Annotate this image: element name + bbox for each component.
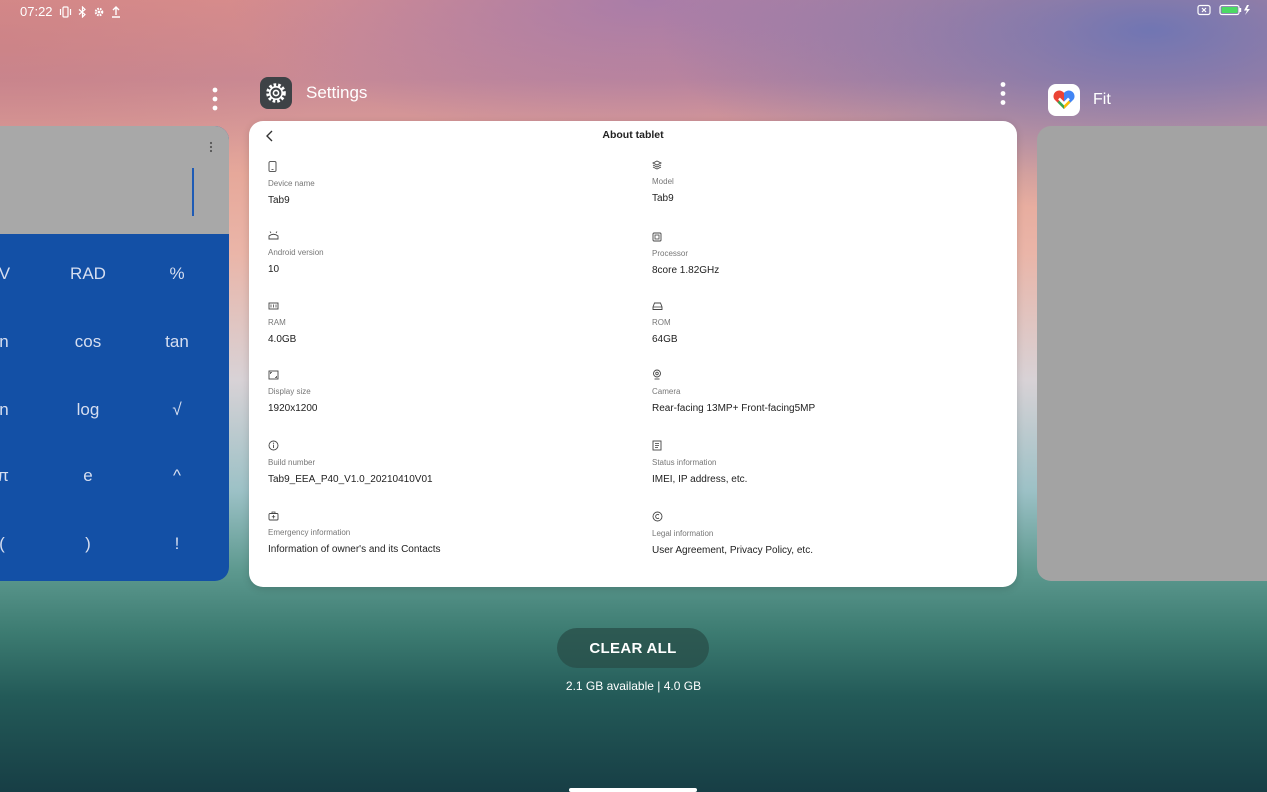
layers-icon bbox=[651, 157, 992, 170]
camera-icon bbox=[652, 367, 992, 380]
info-item-emergency-information[interactable]: Emergency information Information of own… bbox=[268, 508, 608, 555]
info-label: Android version bbox=[268, 248, 324, 257]
calculator-key: n bbox=[0, 400, 9, 419]
info-value: 64GB bbox=[652, 334, 678, 345]
calculator-card-menu-button[interactable] bbox=[208, 86, 222, 117]
info-value: Tab9_EEA_P40_V1.0_20210410V01 bbox=[268, 474, 433, 485]
storage-icon bbox=[652, 298, 992, 310]
calculator-cursor bbox=[192, 168, 194, 216]
info-item-device-name[interactable]: Device name Tab9 bbox=[268, 159, 608, 206]
clock: 07:22 bbox=[20, 4, 53, 19]
settings-app-header[interactable]: Settings bbox=[260, 77, 367, 109]
info-value: Tab9 bbox=[268, 195, 290, 206]
calculator-key: tan bbox=[165, 332, 189, 351]
calculator-key: e bbox=[83, 466, 93, 485]
calculator-display bbox=[0, 126, 229, 234]
info-value: 8core 1.82GHz bbox=[652, 265, 720, 276]
settings-recent-card[interactable]: About tablet Device name Tab9 Model Tab9… bbox=[249, 121, 1017, 587]
calculator-recent-card[interactable]: IV RAD % n cos tan n log √ π e ^ ( ) ! bbox=[0, 126, 229, 581]
chip-icon bbox=[652, 229, 992, 242]
calculator-overflow-icon bbox=[209, 140, 213, 158]
info-label: RAM bbox=[268, 318, 286, 327]
info-item-legal-information[interactable]: Legal information User Agreement, Privac… bbox=[652, 509, 992, 556]
calculator-key: √ bbox=[172, 400, 182, 419]
memory-status: 2.1 GB available | 4.0 GB bbox=[565, 679, 702, 693]
info-value: 10 bbox=[268, 264, 280, 275]
vibrate-icon bbox=[59, 5, 72, 18]
display-icon bbox=[268, 367, 608, 380]
fit-app-title: Fit bbox=[1093, 91, 1111, 108]
calculator-key: ( bbox=[0, 534, 5, 554]
info-item-display-size[interactable]: Display size 1920x1200 bbox=[268, 367, 608, 414]
calculator-key: IV bbox=[0, 264, 11, 283]
gear-icon bbox=[93, 6, 105, 18]
calculator-key: ) bbox=[85, 534, 91, 553]
calculator-key: n bbox=[0, 332, 9, 351]
info-value: Tab9 bbox=[652, 193, 674, 204]
info-label: ROM bbox=[652, 318, 671, 327]
settings-app-title: Settings bbox=[306, 83, 368, 102]
info-value: Information of owner's and its Contacts bbox=[268, 544, 441, 555]
info-label: Processor bbox=[652, 249, 689, 258]
info-value: User Agreement, Privacy Policy, etc. bbox=[652, 545, 813, 556]
info-item-rom[interactable]: ROM 64GB bbox=[652, 298, 992, 345]
info-value: 1920x1200 bbox=[268, 403, 318, 414]
calculator-key: π bbox=[0, 466, 9, 485]
calculator-key: % bbox=[169, 264, 185, 283]
info-item-android-version[interactable]: Android version 10 bbox=[268, 228, 608, 275]
info-label: Model bbox=[652, 177, 674, 186]
info-value: 4.0GB bbox=[268, 334, 297, 345]
info-label: Emergency information bbox=[268, 528, 351, 537]
battery-charging-icon bbox=[1219, 4, 1251, 16]
info-value: Rear-facing 13MP+ Front-facing5MP bbox=[652, 403, 816, 414]
settings-card-menu-button[interactable] bbox=[996, 81, 1010, 114]
copyright-icon bbox=[652, 509, 992, 522]
info-value: IMEI, IP address, etc. bbox=[652, 474, 748, 485]
home-indicator[interactable] bbox=[569, 788, 697, 792]
status-icon bbox=[652, 438, 992, 451]
info-label: Status information bbox=[652, 458, 717, 467]
phone-icon bbox=[268, 159, 608, 172]
bluetooth-icon bbox=[78, 5, 87, 18]
info-item-ram[interactable]: RAM 4.0GB bbox=[268, 298, 608, 345]
info-item-model[interactable]: Model Tab9 bbox=[651, 157, 992, 204]
screen-title: About tablet bbox=[602, 129, 664, 141]
calculator-key: log bbox=[76, 400, 100, 419]
android-icon bbox=[268, 228, 608, 240]
settings-app-icon bbox=[260, 77, 292, 109]
info-icon bbox=[268, 438, 608, 451]
emergency-icon bbox=[268, 508, 608, 521]
info-label: Display size bbox=[268, 387, 311, 396]
fit-recent-card[interactable] bbox=[1037, 126, 1267, 581]
info-label: Legal information bbox=[652, 529, 714, 538]
calculator-key: ! bbox=[174, 534, 180, 553]
info-item-camera[interactable]: Camera Rear-facing 13MP+ Front-facing5MP bbox=[652, 367, 992, 414]
info-label: Device name bbox=[268, 179, 315, 188]
calculator-key: ^ bbox=[173, 466, 181, 485]
upload-icon bbox=[111, 5, 121, 18]
sim-off-icon bbox=[1197, 4, 1211, 16]
info-label: Camera bbox=[652, 387, 681, 396]
info-item-build-number[interactable]: Build number Tab9_EEA_P40_V1.0_20210410V… bbox=[268, 438, 608, 485]
info-label: Build number bbox=[268, 458, 316, 467]
status-bar: 07:22 bbox=[0, 0, 1267, 24]
calculator-key: RAD bbox=[70, 264, 106, 283]
clear-all-button[interactable]: CLEAR ALL bbox=[557, 628, 709, 668]
fit-app-header[interactable]: Fit bbox=[1048, 84, 1111, 116]
fit-heart-icon bbox=[1048, 84, 1080, 116]
memory-icon bbox=[268, 298, 608, 310]
info-item-status-information[interactable]: Status information IMEI, IP address, etc… bbox=[652, 438, 992, 485]
calculator-key: cos bbox=[74, 332, 102, 351]
info-item-processor[interactable]: Processor 8core 1.82GHz bbox=[652, 229, 992, 276]
